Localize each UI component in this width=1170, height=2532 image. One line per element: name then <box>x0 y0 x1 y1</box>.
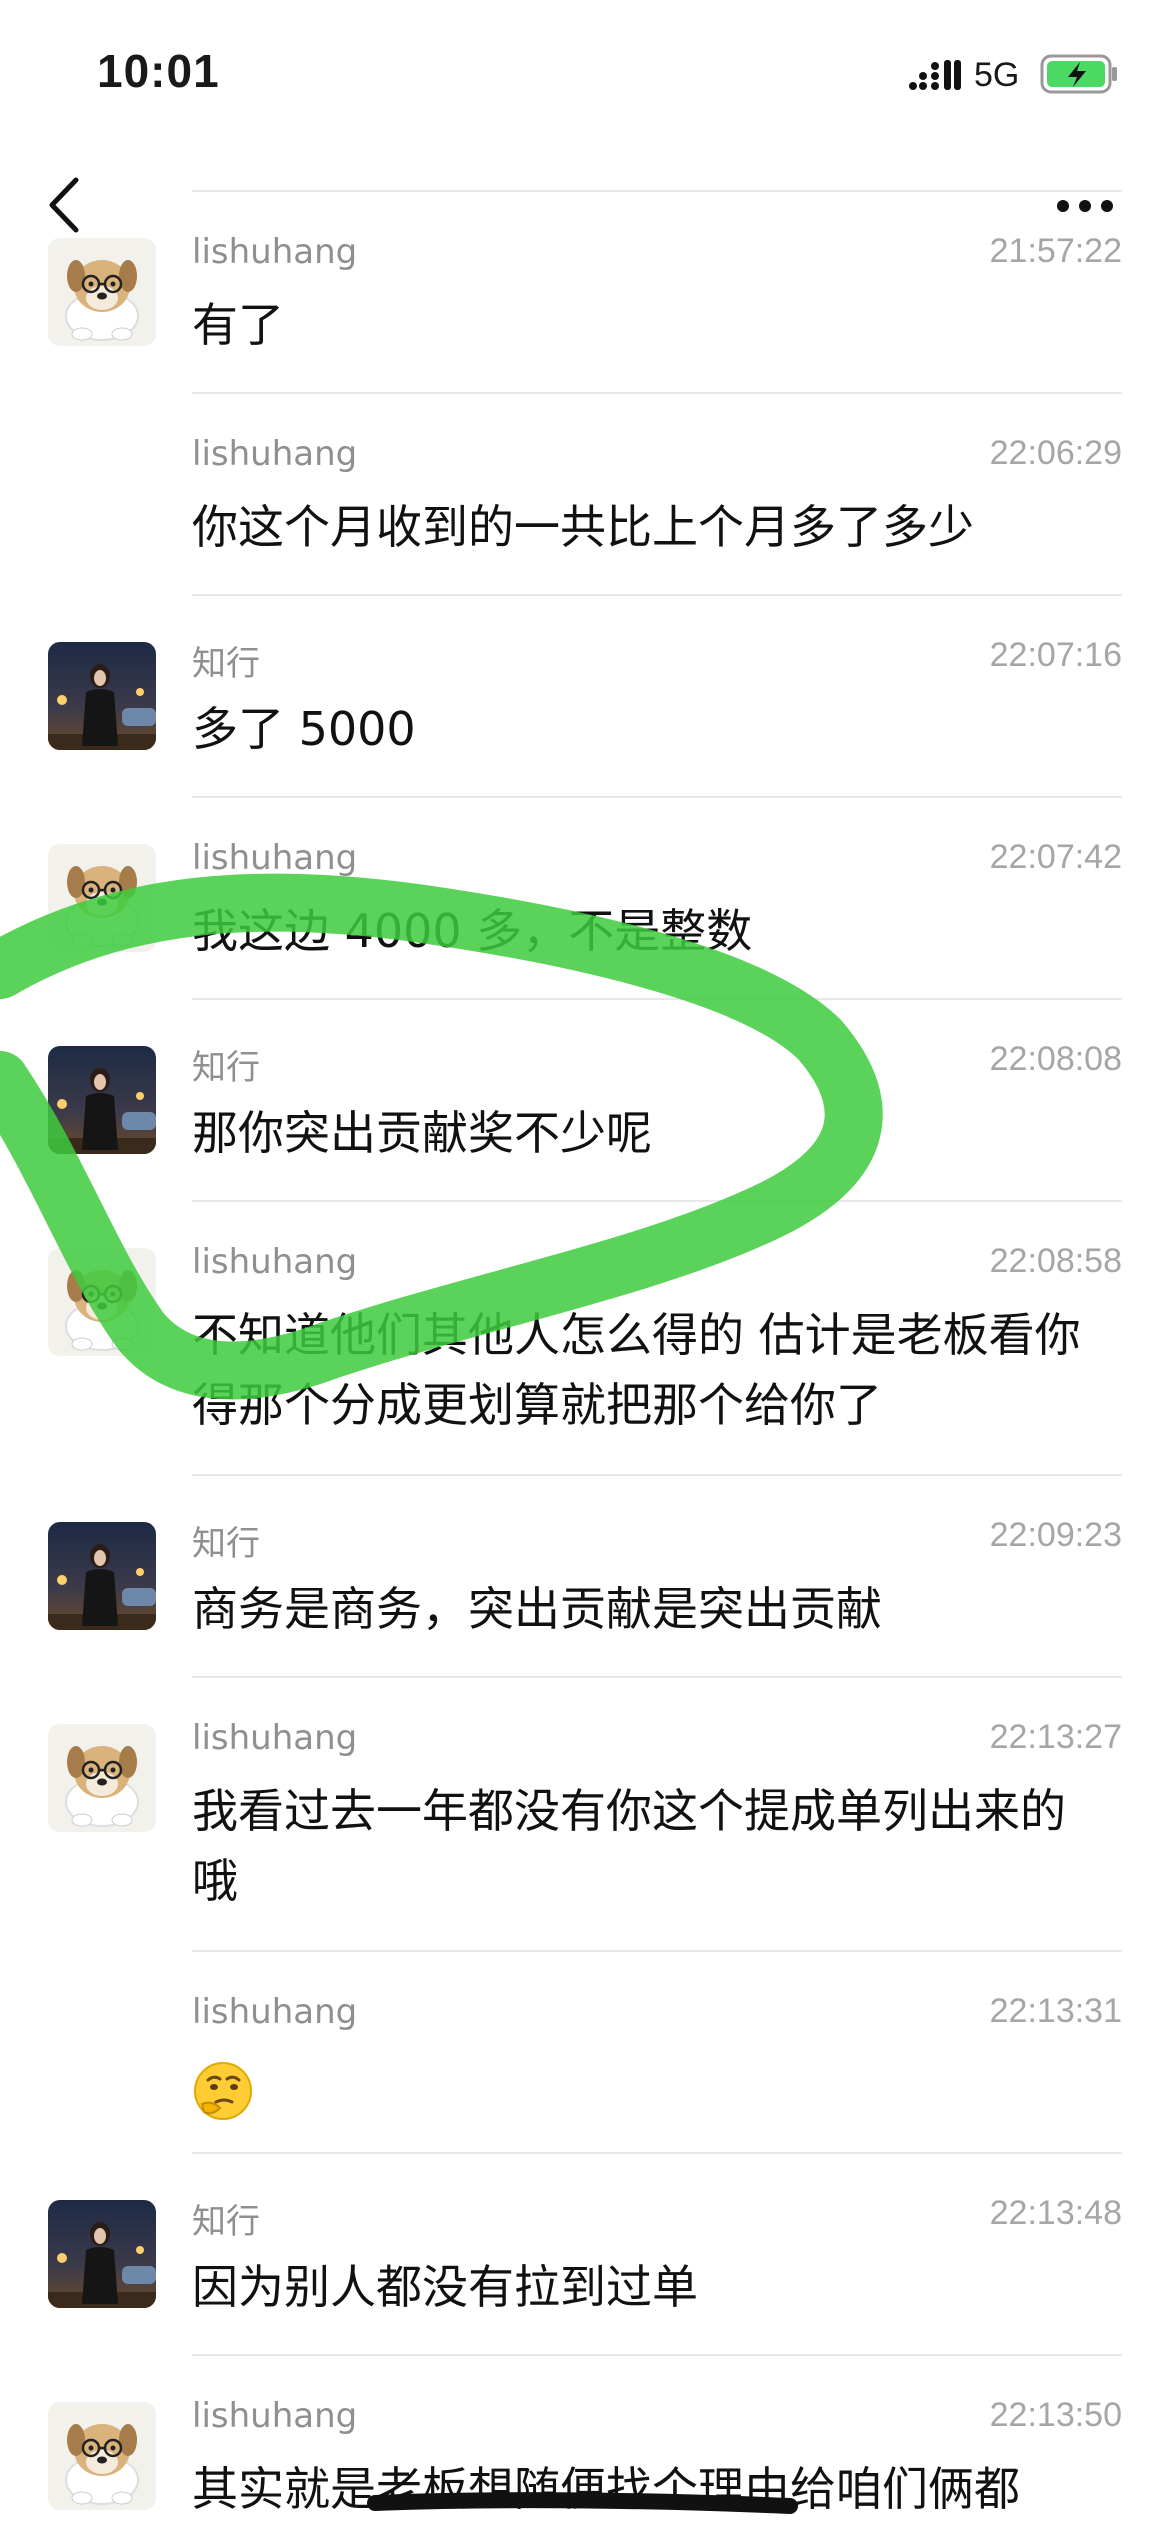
message-item[interactable]: lishuhang 22:13:27 我看过去一年都没有你这个提成单列出来的哦 <box>0 1676 1170 1948</box>
message-text: 你这个月收到的一共比上个月多了多少 <box>192 500 974 554</box>
message-item[interactable]: lishuhang 21:57:22 有了 <box>0 190 1170 390</box>
divider <box>192 1474 1122 1476</box>
dog-avatar[interactable] <box>48 238 156 346</box>
message-text: 我看过去一年都没有你这个提成单列出来的哦 <box>192 1784 1066 1908</box>
divider <box>192 1676 1122 1678</box>
message-item[interactable]: lishuhang 22:07:42 我这边 4000 多，不是整数 <box>0 796 1170 996</box>
sender-name: 知行 <box>192 2202 260 2242</box>
message-item[interactable]: 知行 22:13:48 因为别人都没有拉到过单 <box>0 2152 1170 2352</box>
message-text: 那你突出贡献奖不少呢 <box>192 1106 652 1160</box>
thinking-face-emoji-icon <box>194 2062 252 2120</box>
sender-name: lishuhang <box>192 838 358 878</box>
woman-night-avatar[interactable] <box>48 1522 156 1630</box>
message-time: 22:08:58 <box>989 1242 1122 1280</box>
divider <box>192 796 1122 798</box>
sender-name: lishuhang <box>192 1718 358 1758</box>
message-time: 22:13:31 <box>989 1992 1122 2030</box>
message-item[interactable]: lishuhang 22:13:31 <box>0 1950 1170 2150</box>
message-item[interactable]: 知行 22:08:08 那你突出贡献奖不少呢 <box>0 998 1170 1198</box>
divider <box>192 2354 1122 2356</box>
woman-night-avatar[interactable] <box>48 642 156 750</box>
sender-name: 知行 <box>192 1524 260 1564</box>
divider <box>192 594 1122 596</box>
message-text: 有了 <box>192 298 284 352</box>
message-text: 我这边 4000 多，不是整数 <box>192 904 753 958</box>
divider <box>192 392 1122 394</box>
message-item[interactable]: 知行 22:07:16 多了 5000 <box>0 594 1170 794</box>
message-text: 不知道他们其他人怎么得的 估计是老板看你得那个分成更划算就把那个给你了 <box>192 1308 1081 1432</box>
sender-name: lishuhang <box>192 1242 358 1282</box>
sender-name: lishuhang <box>192 232 358 272</box>
sender-name: lishuhang <box>192 1992 358 2032</box>
woman-night-avatar[interactable] <box>48 2200 156 2308</box>
message-text: 其实就是老板想随便找个理由给咱们俩都 <box>192 2462 1020 2516</box>
message-list[interactable]: lishuhang 21:57:22 有了 lishuhang 22:06:29… <box>0 0 1170 2532</box>
message-item[interactable]: lishuhang 22:08:58 不知道他们其他人怎么得的 估计是老板看你得… <box>0 1200 1170 1472</box>
divider <box>192 1950 1122 1952</box>
sender-name: lishuhang <box>192 2396 358 2436</box>
message-item[interactable]: lishuhang 22:06:29 你这个月收到的一共比上个月多了多少 <box>0 392 1170 592</box>
message-time: 22:13:50 <box>989 2396 1122 2434</box>
message-item[interactable]: lishuhang 22:13:50 其实就是老板想随便找个理由给咱们俩都 <box>0 2354 1170 2532</box>
message-time: 22:07:42 <box>989 838 1122 876</box>
sender-name: 知行 <box>192 644 260 684</box>
message-text: 因为别人都没有拉到过单 <box>192 2260 698 2314</box>
woman-night-avatar[interactable] <box>48 1046 156 1154</box>
message-time: 21:57:22 <box>989 232 1122 270</box>
divider <box>192 998 1122 1000</box>
message-text: 多了 5000 <box>192 702 416 756</box>
message-time: 22:08:08 <box>989 1040 1122 1078</box>
divider <box>192 1200 1122 1202</box>
dog-avatar[interactable] <box>48 2402 156 2510</box>
message-time: 22:13:48 <box>989 2194 1122 2232</box>
divider <box>192 190 1122 192</box>
message-text: 商务是商务，突出贡献是突出贡献 <box>192 1582 882 1636</box>
dog-avatar[interactable] <box>48 1724 156 1832</box>
message-time: 22:06:29 <box>989 434 1122 472</box>
sender-name: 知行 <box>192 1048 260 1088</box>
sender-name: lishuhang <box>192 434 358 474</box>
message-time: 22:07:16 <box>989 636 1122 674</box>
message-time: 22:09:23 <box>989 1516 1122 1554</box>
divider <box>192 2152 1122 2154</box>
dog-avatar[interactable] <box>48 844 156 952</box>
message-time: 22:13:27 <box>989 1718 1122 1756</box>
message-item[interactable]: 知行 22:09:23 商务是商务，突出贡献是突出贡献 <box>0 1474 1170 1674</box>
dog-avatar[interactable] <box>48 1248 156 1356</box>
